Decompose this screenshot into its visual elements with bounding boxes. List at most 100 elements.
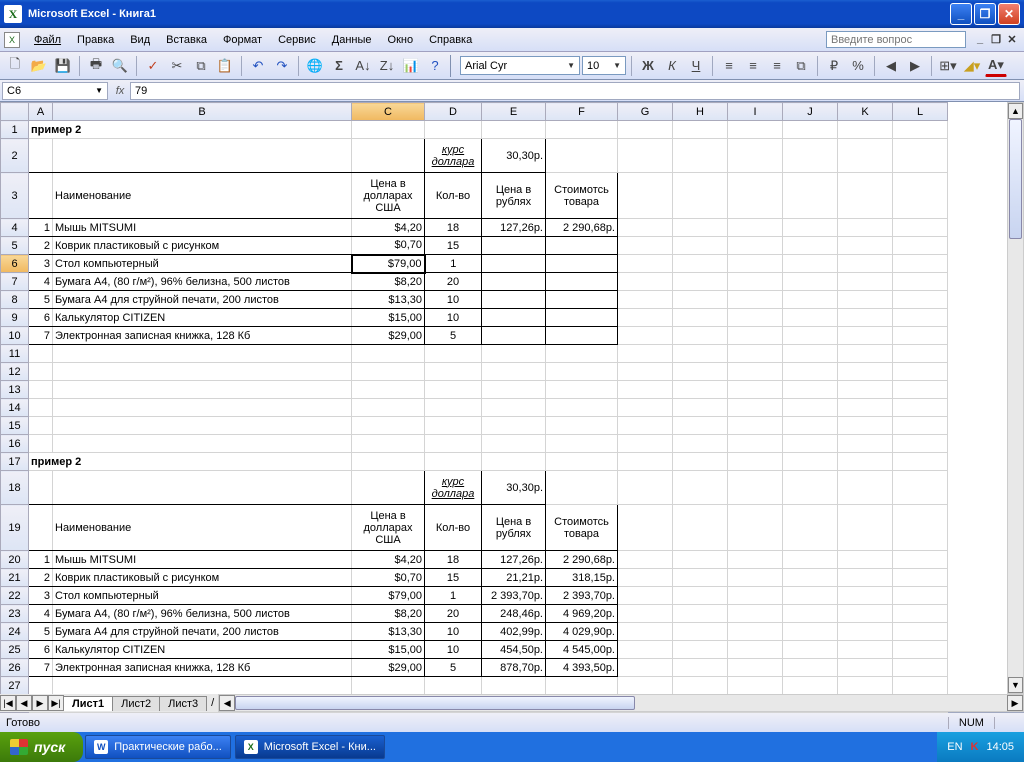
- tab-next[interactable]: ▶: [32, 695, 48, 711]
- cell[interactable]: 15: [425, 237, 482, 255]
- align-center-button[interactable]: ≡: [742, 55, 764, 77]
- cell[interactable]: $29,00: [352, 659, 425, 677]
- cell[interactable]: Электронная записная книжка, 128 Кб: [53, 327, 352, 345]
- col-J[interactable]: J: [783, 103, 838, 121]
- cell[interactable]: пример 2: [29, 121, 352, 139]
- sort-desc-button[interactable]: Z↓: [376, 55, 398, 77]
- cell[interactable]: 7: [29, 659, 53, 677]
- new-button[interactable]: 🗋: [4, 55, 26, 77]
- cell[interactable]: Мышь MITSUMI: [53, 219, 352, 237]
- cell[interactable]: 2 393,70р.: [546, 587, 618, 605]
- cell[interactable]: 2 393,70р.: [482, 587, 546, 605]
- cut-button[interactable]: ✂: [166, 55, 188, 77]
- col-C[interactable]: C: [352, 103, 425, 121]
- cell[interactable]: $15,00: [352, 641, 425, 659]
- menu-data[interactable]: Данные: [324, 32, 380, 48]
- cell[interactable]: 15: [425, 569, 482, 587]
- scroll-right-button[interactable]: ▶: [1007, 695, 1023, 711]
- menu-format[interactable]: Формат: [215, 32, 270, 48]
- sheet-tab-3[interactable]: Лист3: [159, 696, 207, 711]
- cell[interactable]: 402,99р.: [482, 623, 546, 641]
- col-L[interactable]: L: [893, 103, 948, 121]
- autosum-button[interactable]: Σ: [328, 55, 350, 77]
- open-button[interactable]: 📂: [28, 55, 50, 77]
- fx-icon[interactable]: fx: [110, 85, 130, 97]
- row-7[interactable]: 7: [1, 273, 29, 291]
- cell[interactable]: 2: [29, 237, 53, 255]
- cell[interactable]: 20: [425, 605, 482, 623]
- row-21[interactable]: 21: [1, 569, 29, 587]
- row-27[interactable]: 27: [1, 677, 29, 695]
- cell[interactable]: Бумага А4 для струйной печати, 200 листо…: [53, 623, 352, 641]
- row-18[interactable]: 18: [1, 471, 29, 505]
- help-button[interactable]: ?: [424, 55, 446, 77]
- cell[interactable]: $13,30: [352, 291, 425, 309]
- cell[interactable]: Стоимотсь товара: [546, 173, 618, 219]
- scroll-up-button[interactable]: ▲: [1008, 103, 1023, 119]
- doc-icon[interactable]: X: [4, 32, 20, 48]
- row-25[interactable]: 25: [1, 641, 29, 659]
- cell[interactable]: 248,46р.: [482, 605, 546, 623]
- cell[interactable]: [29, 173, 53, 219]
- cell[interactable]: 6: [29, 309, 53, 327]
- print-preview-button[interactable]: 🔍: [109, 55, 131, 77]
- col-F[interactable]: F: [546, 103, 618, 121]
- row-4[interactable]: 4: [1, 219, 29, 237]
- sheet-tab-1[interactable]: Лист1: [63, 696, 113, 711]
- row-6[interactable]: 6: [1, 255, 29, 273]
- copy-button[interactable]: ⧉: [190, 55, 212, 77]
- row-8[interactable]: 8: [1, 291, 29, 309]
- cell[interactable]: [546, 273, 618, 291]
- formula-input[interactable]: 79: [130, 82, 1020, 100]
- size-combo[interactable]: 10▼: [582, 56, 626, 75]
- row-16[interactable]: 16: [1, 435, 29, 453]
- cell[interactable]: 3: [29, 587, 53, 605]
- row-13[interactable]: 13: [1, 381, 29, 399]
- cell[interactable]: 4: [29, 605, 53, 623]
- row-24[interactable]: 24: [1, 623, 29, 641]
- font-combo[interactable]: Arial Cyr▼: [460, 56, 580, 75]
- cell[interactable]: $4,20: [352, 551, 425, 569]
- cell[interactable]: $8,20: [352, 605, 425, 623]
- menu-file[interactable]: Файл: [26, 32, 69, 48]
- cell[interactable]: 4 545,00р.: [546, 641, 618, 659]
- cell[interactable]: 5: [29, 623, 53, 641]
- cell[interactable]: 4 393,50р.: [546, 659, 618, 677]
- mdi-minimize[interactable]: _: [972, 33, 988, 46]
- align-right-button[interactable]: ≡: [766, 55, 788, 77]
- cell[interactable]: 10: [425, 623, 482, 641]
- cell[interactable]: [29, 139, 53, 173]
- row-12[interactable]: 12: [1, 363, 29, 381]
- percent-button[interactable]: %: [847, 55, 869, 77]
- menu-view[interactable]: Вид: [122, 32, 158, 48]
- fill-color-button[interactable]: ◢▾: [961, 55, 983, 77]
- row-26[interactable]: 26: [1, 659, 29, 677]
- vertical-scrollbar[interactable]: ▲ ▼: [1007, 102, 1024, 694]
- cell[interactable]: [53, 139, 352, 173]
- cell[interactable]: Коврик пластиковый с рисунком: [53, 569, 352, 587]
- name-box[interactable]: C6▼: [2, 82, 108, 100]
- row-1[interactable]: 1: [1, 121, 29, 139]
- col-B[interactable]: B: [53, 103, 352, 121]
- cell[interactable]: Электронная записная книжка, 128 Кб: [53, 659, 352, 677]
- spell-button[interactable]: ✓: [142, 55, 164, 77]
- col-I[interactable]: I: [728, 103, 783, 121]
- cell[interactable]: 2 290,68р.: [546, 219, 618, 237]
- cell[interactable]: $13,30: [352, 623, 425, 641]
- cell[interactable]: $4,20: [352, 219, 425, 237]
- row-22[interactable]: 22: [1, 587, 29, 605]
- cell[interactable]: 30,30р.: [482, 471, 546, 505]
- cell[interactable]: Бумага А4 для струйной печати, 200 листо…: [53, 291, 352, 309]
- scroll-left-button[interactable]: ◀: [219, 695, 235, 711]
- close-button[interactable]: ✕: [998, 3, 1020, 25]
- borders-button[interactable]: ⊞▾: [937, 55, 959, 77]
- menu-edit[interactable]: Правка: [69, 32, 122, 48]
- cell[interactable]: 7: [29, 327, 53, 345]
- cell[interactable]: 4: [29, 273, 53, 291]
- cell[interactable]: 18: [425, 551, 482, 569]
- cell[interactable]: [482, 327, 546, 345]
- tray-icon[interactable]: K: [971, 741, 979, 753]
- merge-button[interactable]: ⧉: [790, 55, 812, 77]
- row-15[interactable]: 15: [1, 417, 29, 435]
- cell[interactable]: $0,70: [352, 237, 425, 255]
